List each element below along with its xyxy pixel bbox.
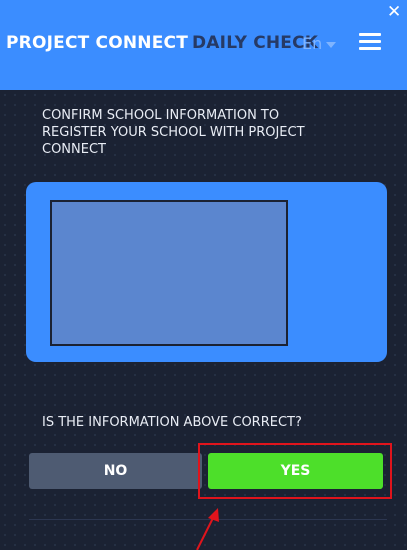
confirm-message: CONFIRM SCHOOL INFORMATION TO REGISTER Y… bbox=[42, 108, 305, 157]
hamburger-menu-icon[interactable] bbox=[359, 33, 381, 51]
school-info-card bbox=[26, 182, 387, 362]
no-button[interactable]: NO bbox=[29, 453, 202, 489]
chevron-down-icon bbox=[326, 41, 337, 48]
yes-button-highlight bbox=[198, 443, 392, 499]
divider bbox=[29, 519, 387, 520]
brand-secondary: DAILY CHECK bbox=[192, 33, 319, 53]
language-selector[interactable]: En bbox=[302, 34, 337, 53]
confirmation-question: IS THE INFORMATION ABOVE CORRECT? bbox=[42, 415, 302, 430]
language-label: En bbox=[302, 34, 323, 53]
school-info-placeholder bbox=[50, 200, 288, 346]
header-bar: PROJECT CONNECT DAILY CHECK En bbox=[0, 0, 407, 90]
brand-primary: PROJECT CONNECT bbox=[6, 33, 188, 53]
brand-title: PROJECT CONNECT DAILY CHECK bbox=[6, 33, 318, 53]
close-icon[interactable]: ✕ bbox=[387, 4, 401, 21]
